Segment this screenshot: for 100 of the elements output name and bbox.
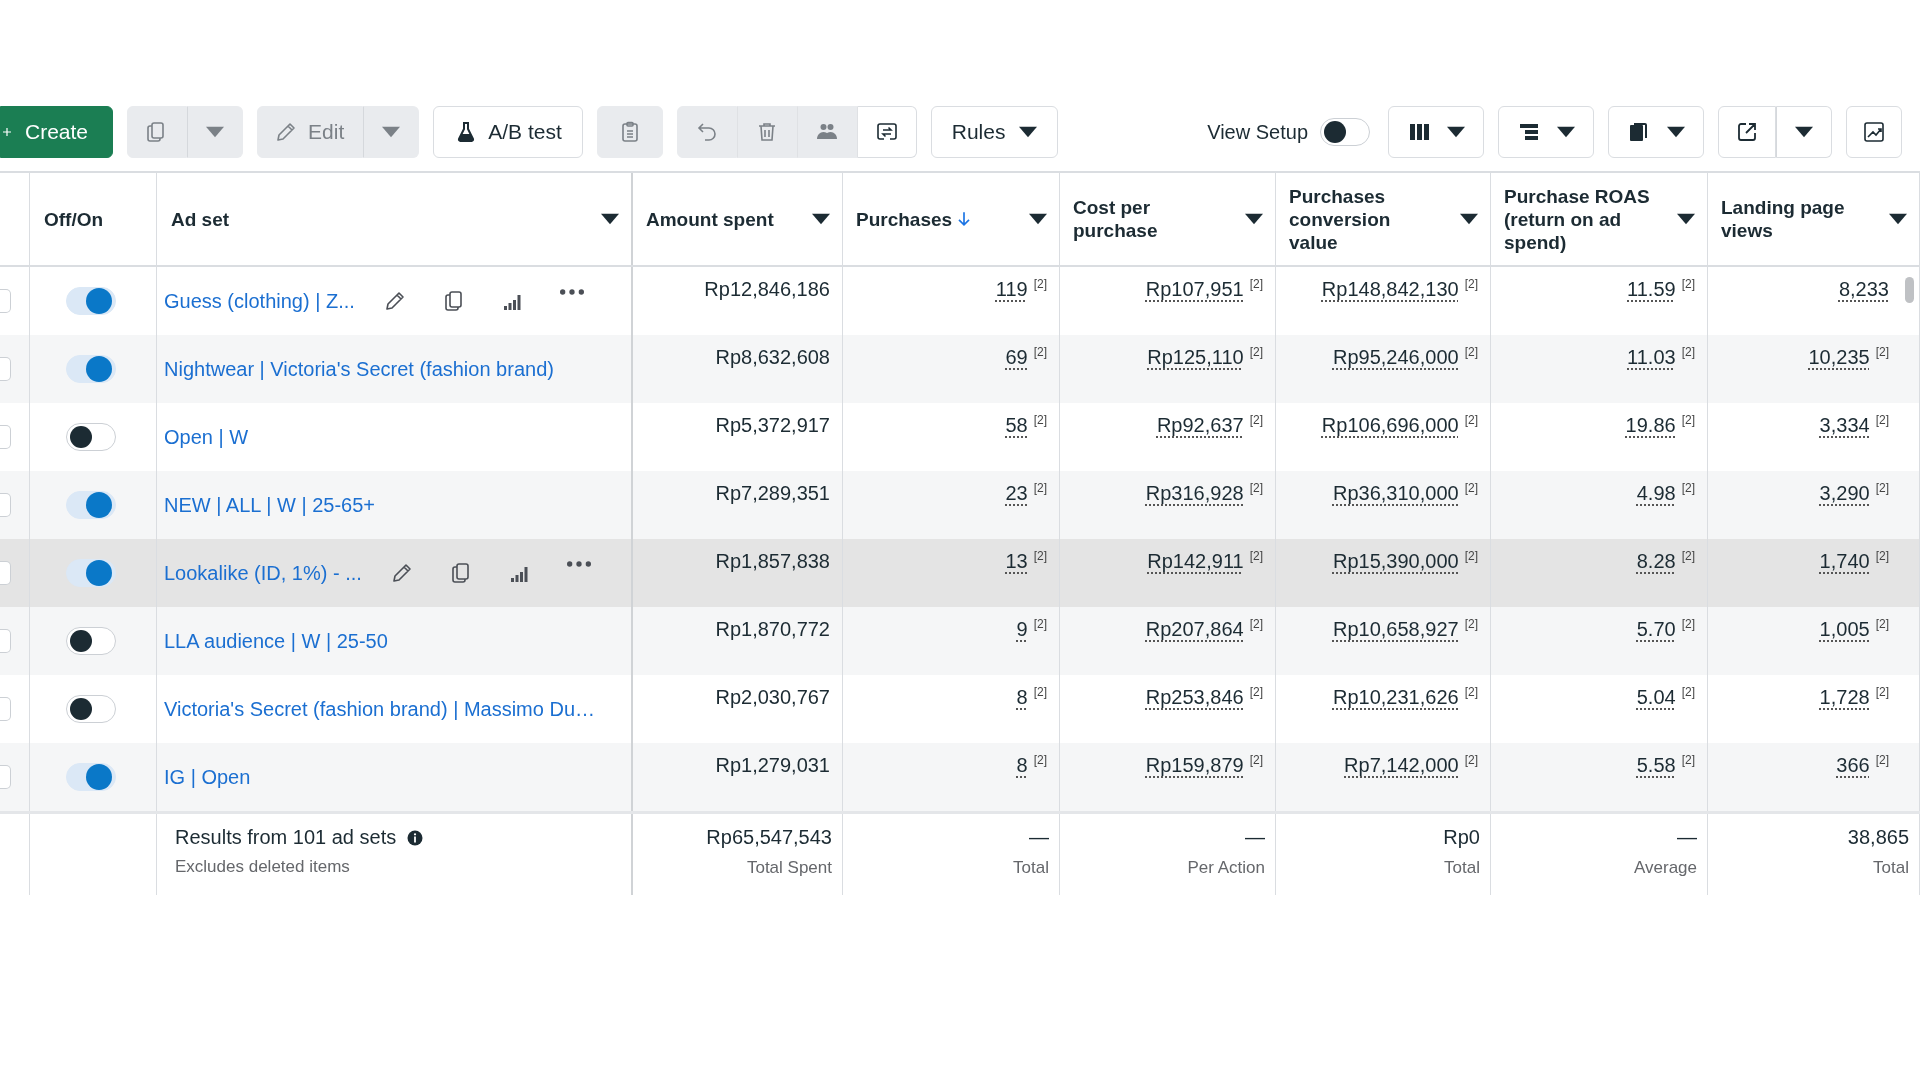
footnote-mark: [2] [1681, 481, 1695, 495]
metric-value: 8 [1016, 753, 1028, 777]
ad-set-link[interactable]: Nightwear | Victoria's Secret (fashion brand) [164, 357, 554, 381]
metric-value: Rp148,842,130 [1321, 277, 1459, 301]
export-button[interactable] [1718, 106, 1776, 158]
swap-button[interactable] [856, 106, 917, 158]
footnote-mark: [2] [1464, 685, 1478, 699]
column-header[interactable]: Ad set [157, 173, 633, 265]
table-row[interactable]: NEW | ALL | W | 25-65+ Rp7,289,351 23 [2] Rp316,928 [2] Rp36,310,000 [2] 4.98 [2] 3,290 [2] [0, 471, 1920, 539]
table-row[interactable]: Victoria's Secret (fashion brand) | Massimo Du… Rp2,030,767 8 [2] Rp253,846 [2] Rp10,231,626 [2] 5.04 [2] 1,728 [2] [0, 675, 1920, 743]
toggle-switch[interactable] [66, 491, 116, 519]
footnote-mark: [2] [1249, 413, 1263, 427]
ad-set-link[interactable]: NEW | ALL | W | 25-65+ [164, 493, 376, 517]
toggle-switch[interactable] [66, 423, 116, 451]
column-header[interactable]: Landing page views [1708, 173, 1920, 265]
metric-value: 5.70 [1636, 617, 1676, 641]
checkbox[interactable] [0, 425, 11, 449]
footnote-mark: [2] [1249, 685, 1263, 699]
table-row[interactable]: Lookalike (ID, 1%) - ... Rp1,857,838 13 [2] Rp142,911 [2] Rp15,390,000 [2] 8.28 [2] 1,740 [2] [0, 539, 1920, 607]
checkbox[interactable] [0, 697, 11, 721]
checkbox[interactable] [0, 561, 11, 585]
toggle-switch[interactable] [66, 763, 116, 791]
footnote-mark: [2] [1033, 549, 1047, 563]
checkbox[interactable] [0, 493, 11, 517]
table-row[interactable]: Guess (clothing) | Z... Rp12,846,186 119 [2] Rp107,951 [2] Rp148,842,130 [2] 11.59 [2] 8,233 [0, 267, 1920, 335]
column-header[interactable]: Cost per purchase [1060, 173, 1276, 265]
metric-value: Rp106,696,000 [1321, 413, 1459, 437]
metric-value: Rp10,231,626 [1333, 685, 1459, 709]
column-header[interactable]: Purchases [843, 173, 1060, 265]
footnote-mark: [2] [1033, 617, 1047, 631]
toggle-switch[interactable] [66, 627, 116, 655]
view-setup-toggle[interactable] [1320, 118, 1370, 146]
metric-value: 3,290 [1819, 481, 1870, 505]
footnote-mark: [2] [1681, 753, 1695, 767]
footnote-mark: [2] [1033, 753, 1047, 767]
metric-value: 3,334 [1819, 413, 1870, 437]
footnote-mark: [2] [1875, 753, 1889, 767]
toggle-switch[interactable] [66, 355, 116, 383]
total-label: Total [1013, 858, 1049, 878]
footnote-mark: [2] [1681, 277, 1695, 291]
metric-value: Rp1,279,031 [715, 753, 830, 777]
table-row[interactable]: IG | Open Rp1,279,031 8 [2] Rp159,879 [2] Rp7,142,000 [2] 5.58 [2] 366 [2] [0, 743, 1920, 811]
column-header[interactable]: Off/On [30, 173, 157, 265]
results-summary: Results from 101 ad sets [175, 826, 397, 849]
footnote-mark: [2] [1249, 753, 1263, 767]
checkbox[interactable] [0, 629, 11, 653]
footnote-mark: [2] [1875, 481, 1889, 495]
metric-value: 1,740 [1819, 549, 1870, 573]
table-row[interactable]: Open | W Rp5,372,917 58 [2] Rp92,637 [2] Rp106,696,000 [2] 19.86 [2] 3,334 [2] [0, 403, 1920, 471]
total-value: Rp65,547,543 [706, 826, 832, 849]
footnote-mark: [2] [1464, 617, 1478, 631]
ab-test-button[interactable]: A/B test [433, 106, 583, 158]
metric-value: 1,005 [1819, 617, 1870, 641]
footnote-mark: [2] [1033, 277, 1047, 291]
toggle-switch[interactable] [66, 559, 116, 587]
ad-set-link[interactable]: Guess (clothing) | Z... [164, 289, 355, 313]
footnote-mark: [2] [1681, 549, 1695, 563]
footnote-mark: [2] [1033, 481, 1047, 495]
checkbox[interactable] [0, 357, 11, 381]
toggle-switch[interactable] [66, 287, 116, 315]
metric-value: Rp253,846 [1145, 685, 1244, 709]
create-button[interactable]: Create [0, 106, 114, 158]
total-value: — [1245, 826, 1265, 849]
column-header[interactable]: Amount spent [633, 173, 843, 265]
table-row[interactable]: LLA audience | W | 25-50 Rp1,870,772 9 [2] Rp207,864 [2] Rp10,658,927 [2] 5.70 [2] 1,005 [2] [0, 607, 1920, 675]
reports-dropdown[interactable] [1608, 106, 1704, 158]
checkbox[interactable] [0, 289, 11, 313]
ad-set-link[interactable]: Lookalike (ID, 1%) - ... [164, 561, 362, 585]
rules-dropdown[interactable]: Rules [930, 106, 1059, 158]
metric-value: Rp2,030,767 [715, 685, 830, 709]
ad-set-link[interactable]: Open | W [164, 425, 249, 449]
ad-set-link[interactable]: Victoria's Secret (fashion brand) | Massimo Du… [164, 697, 596, 721]
chart-icon [1862, 120, 1886, 144]
metric-value: Rp10,658,927 [1333, 617, 1459, 641]
columns-dropdown[interactable] [1388, 106, 1484, 158]
footnote-mark: [2] [1681, 413, 1695, 427]
total-label: Total [1873, 858, 1909, 878]
metric-value: Rp1,857,838 [715, 549, 830, 573]
chart-button[interactable] [1846, 106, 1902, 158]
metric-value: 8 [1016, 685, 1028, 709]
breakdown-dropdown[interactable] [1498, 106, 1594, 158]
scrollbar[interactable] [1905, 277, 1914, 303]
total-value: Rp0 [1443, 826, 1480, 849]
toggle-switch[interactable] [66, 695, 116, 723]
table-row[interactable]: Nightwear | Victoria's Secret (fashion brand) Rp8,632,608 69 [2] Rp125,110 [2] Rp95,246,000 [2] 11.03 [2] 10,235 [2] [0, 335, 1920, 403]
footnote-mark: [2] [1249, 549, 1263, 563]
metric-value: Rp15,390,000 [1333, 549, 1459, 573]
footnote-mark: [2] [1681, 685, 1695, 699]
ad-set-link[interactable]: LLA audience | W | 25-50 [164, 629, 388, 653]
dropdown-button[interactable] [1776, 106, 1832, 158]
column-header[interactable]: Purchases conversion value [1276, 173, 1491, 265]
footnote-mark: [2] [1249, 481, 1263, 495]
metric-value: Rp7,142,000 [1344, 753, 1459, 777]
metric-value: Rp8,632,608 [715, 345, 830, 369]
checkbox[interactable] [0, 765, 11, 789]
export-icon [1735, 120, 1759, 144]
column-header[interactable]: Purchase ROAS (return on ad spend) [1491, 173, 1708, 265]
metric-value: Rp125,110 [1147, 345, 1244, 369]
more-icon [566, 561, 591, 567]
ad-set-link[interactable]: IG | Open [164, 765, 251, 789]
